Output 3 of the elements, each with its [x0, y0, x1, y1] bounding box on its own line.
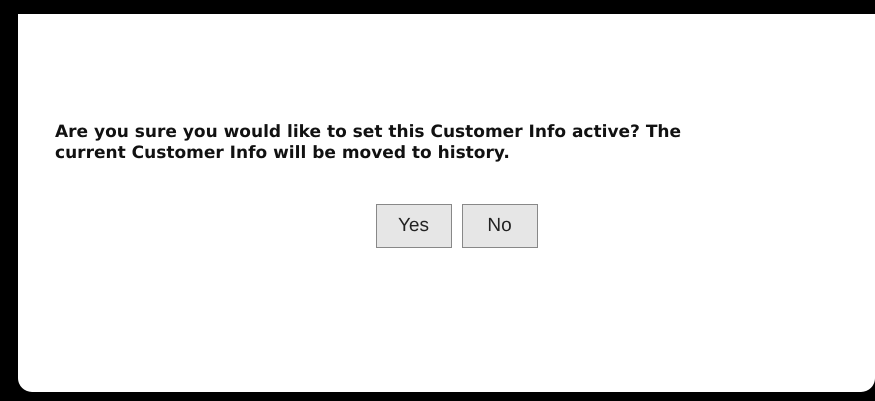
dialog-button[interactable]: No — [462, 204, 538, 248]
confirmation-message: Are you sure you would like to set this Customer Info active? The current Customer Info will be moved to history. — [55, 122, 682, 164]
dialog-button[interactable]: Yes — [376, 204, 452, 248]
